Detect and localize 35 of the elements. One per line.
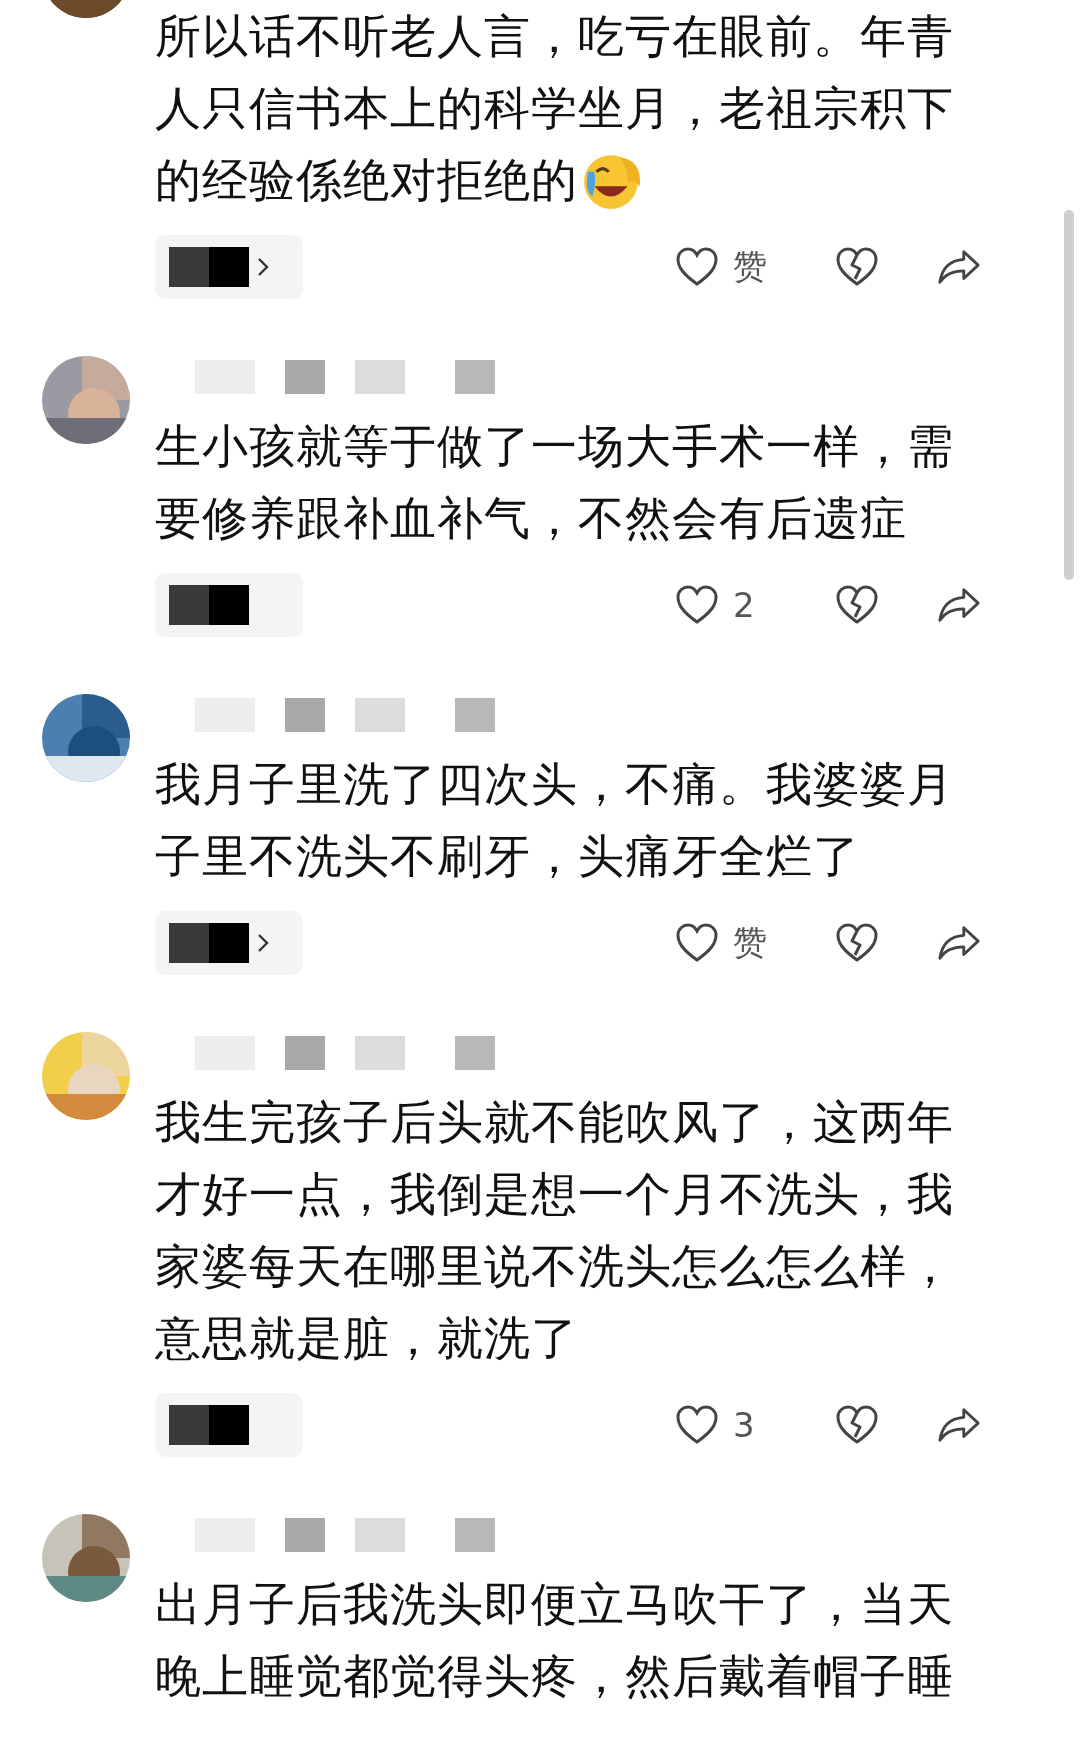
share-icon[interactable]	[937, 923, 981, 963]
comment-line: 意思就是脏，就洗了	[155, 1310, 578, 1367]
comment-line: 家婆每天在哪里说不洗头怎么怎么样，	[155, 1238, 954, 1295]
comment-line: 才好一点，我倒是想一个月不洗头，我	[155, 1166, 954, 1223]
broken-heart-icon[interactable]	[835, 247, 879, 287]
heart-icon	[675, 247, 719, 287]
heart-icon	[675, 585, 719, 625]
comment-line: 所以话不听老人言，吃亏在眼前。年青	[155, 8, 954, 65]
comment-line: 要修养跟补血补气，不然会有后遗症	[155, 490, 907, 547]
chevron-icon	[257, 933, 269, 953]
replies-chip[interactable]	[155, 1393, 303, 1457]
comment-line: 我月子里洗了四次头，不痛。我婆婆月	[155, 756, 954, 813]
replies-chip[interactable]	[155, 911, 303, 975]
like-button[interactable]: 赞	[675, 920, 795, 966]
broken-heart-icon[interactable]	[835, 585, 879, 625]
comment-line: 生小孩就等于做了一场大手术一样，需	[155, 418, 954, 475]
comment-line: 子里不洗头不刷牙，头痛牙全烂了	[155, 828, 860, 885]
like-button[interactable]: 赞	[675, 244, 795, 290]
replies-chip[interactable]	[155, 235, 303, 299]
broken-heart-icon[interactable]	[835, 923, 879, 963]
comment-line: 出月子后我洗头即便立马吹干了，当天	[155, 1576, 954, 1633]
like-button[interactable]: 2	[675, 585, 795, 625]
chevron-icon	[257, 257, 269, 277]
broken-heart-icon[interactable]	[835, 1405, 879, 1445]
comment-line: 晚上睡觉都觉得头疼，然后戴着帽子睡	[155, 1648, 954, 1705]
replies-chip[interactable]	[155, 573, 303, 637]
comment-line: 人只信书本上的科学坐月，老祖宗积下	[155, 80, 954, 137]
comment-line: 我生完孩子后头就不能吹风了，这两年	[155, 1094, 954, 1151]
heart-icon	[675, 923, 719, 963]
heart-icon	[675, 1405, 719, 1445]
like-button[interactable]: 3	[675, 1405, 795, 1445]
comment-line: 的经验係绝对拒绝的	[155, 152, 578, 209]
share-icon[interactable]	[937, 585, 981, 625]
share-icon[interactable]	[937, 247, 981, 287]
share-icon[interactable]	[937, 1405, 981, 1445]
